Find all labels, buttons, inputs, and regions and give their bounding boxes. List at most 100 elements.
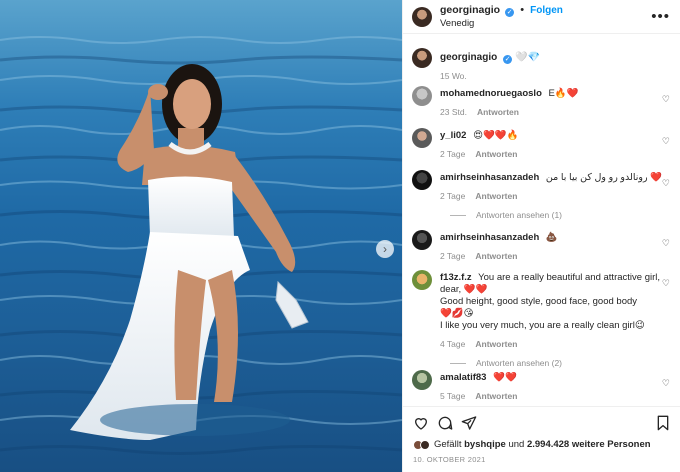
more-options-icon[interactable]: ••• <box>651 9 670 24</box>
header-username[interactable]: georginagio <box>440 4 500 16</box>
comment-body: mohamednoruegaoslo E🔥❤️ 23 Std. Antworten <box>440 86 670 118</box>
likes-others[interactable]: weitere Personen <box>572 439 651 450</box>
comment-item: amirhseinhasanzadeh 💩 2 Tage Antworten ♡ <box>412 230 670 262</box>
timestamp: 5 Tage <box>440 391 466 401</box>
view-replies-button[interactable]: Antworten ansehen (1) <box>412 210 670 220</box>
location-link[interactable]: Venedig <box>440 17 563 30</box>
comment-username[interactable]: amirhseinhasanzadeh <box>440 232 539 243</box>
comment-username[interactable]: f13z.f.z <box>440 272 472 283</box>
timestamp: 2 Tage <box>440 149 466 159</box>
view-replies-label: Antworten ansehen (1) <box>476 210 562 220</box>
post-photo[interactable]: › <box>0 0 402 472</box>
comment-body: amirhseinhasanzadeh 💩 2 Tage Antworten <box>440 230 670 262</box>
reply-button[interactable]: Antworten <box>477 107 519 117</box>
divider <box>450 362 466 364</box>
follow-button[interactable]: Folgen <box>530 5 563 16</box>
reply-button[interactable]: Antworten <box>475 191 517 201</box>
comment-text: You are a really beautiful and attractiv… <box>440 272 660 295</box>
verified-badge-icon: ✓ <box>505 7 515 17</box>
comment-text: رونالدو رو ول کن بیا با من ❤️ <box>545 172 663 183</box>
avatar[interactable] <box>412 86 432 106</box>
comment-item: f13z.f.z You are a really beautiful and … <box>412 270 670 368</box>
comment-text: 💩 <box>545 232 558 243</box>
avatar[interactable] <box>412 128 432 148</box>
comment-username[interactable]: amalatif83 <box>440 372 486 383</box>
comment-item: amalatif83 ❤️❤️ 5 Tage Antworten ♡ <box>412 370 670 402</box>
caption-age: 15 Wo. <box>440 70 540 83</box>
reply-button[interactable]: Antworten <box>475 149 517 159</box>
avatar[interactable] <box>412 270 432 290</box>
comment-text: E🔥❤️ <box>548 88 579 99</box>
comment-meta: 23 Std. Antworten <box>440 106 670 118</box>
avatar[interactable] <box>412 230 432 250</box>
post-date: 10. OKTOBER 2021 <box>413 455 486 464</box>
post-side-panel: georginagio ✓ • Folgen Venedig ••• georg… <box>402 0 680 472</box>
share-icon[interactable] <box>461 415 477 431</box>
comment-body: f13z.f.z You are a really beautiful and … <box>440 270 670 350</box>
comment-body: y_li02 😍❤️❤️🔥 2 Tage Antworten <box>440 128 670 160</box>
reply-button[interactable]: Antworten <box>475 251 517 261</box>
heart-icon[interactable]: ♡ <box>662 278 670 289</box>
likes-count[interactable]: 2.994.428 <box>527 439 569 450</box>
reply-button[interactable]: Antworten <box>475 391 517 401</box>
post-header: georginagio ✓ • Folgen Venedig ••• <box>403 0 680 34</box>
avatar[interactable] <box>412 6 432 27</box>
timestamp: 2 Tage <box>440 251 466 261</box>
heart-icon[interactable]: ♡ <box>662 178 670 189</box>
caption-body: georginagio ✓ 🤍💎 15 Wo. <box>440 48 540 83</box>
liked-by-and: und <box>508 439 525 450</box>
heart-icon[interactable]: ♡ <box>662 238 670 249</box>
action-icons <box>413 413 670 433</box>
timestamp: 15 Wo. <box>440 71 467 81</box>
comment-text: 😍❤️❤️🔥 <box>473 130 519 141</box>
chevron-right-icon: › <box>383 242 387 256</box>
liked-by-prefix: Gefällt <box>434 439 462 450</box>
bookmark-icon[interactable] <box>656 415 670 431</box>
separator-dot: • <box>520 3 525 16</box>
liked-by-user[interactable]: byshqipe <box>464 439 506 450</box>
comment-meta: 2 Tage Antworten <box>440 250 670 262</box>
timestamp: 4 Tage <box>440 339 466 349</box>
timestamp: 23 Std. <box>440 107 467 117</box>
likes-summary: Gefällt byshqipe und 2.994.428 weitere P… <box>413 439 670 450</box>
heart-icon[interactable] <box>413 415 429 431</box>
action-bar: Gefällt byshqipe und 2.994.428 weitere P… <box>403 406 680 472</box>
caption-username[interactable]: georginagio <box>440 52 497 63</box>
comment-meta: 2 Tage Antworten <box>440 190 670 202</box>
caption-text: 🤍💎 <box>515 52 540 63</box>
next-photo-button[interactable]: › <box>376 240 394 258</box>
photo-illustration <box>0 36 402 455</box>
comment-text-line-2: Good height, good style, good face, good… <box>440 296 638 307</box>
view-replies-label: Antworten ansehen (2) <box>476 358 562 368</box>
post-dialog: › georginagio ✓ • Folgen Venedig ••• geo <box>0 0 680 472</box>
heart-icon[interactable]: ♡ <box>662 94 670 105</box>
heart-icon[interactable]: ♡ <box>662 378 670 389</box>
comment-item: mohamednoruegaoslo E🔥❤️ 23 Std. Antworten… <box>412 86 670 118</box>
comment-item: y_li02 😍❤️❤️🔥 2 Tage Antworten ♡ <box>412 128 670 160</box>
comment-text: ❤️❤️ <box>493 372 517 383</box>
heart-icon[interactable]: ♡ <box>662 136 670 147</box>
verified-badge-icon: ✓ <box>503 55 513 64</box>
post-caption: georginagio ✓ 🤍💎 15 Wo. <box>412 48 670 83</box>
comment-username[interactable]: y_li02 <box>440 130 466 141</box>
avatar <box>420 439 430 450</box>
comment-icon[interactable] <box>437 415 453 431</box>
comment-meta: 2 Tage Antworten <box>440 148 670 160</box>
comment-meta: 4 Tage Antworten <box>440 338 670 350</box>
comment-meta: 5 Tage Antworten <box>440 390 670 402</box>
avatar[interactable] <box>412 170 432 190</box>
divider <box>450 214 466 216</box>
view-replies-button[interactable]: Antworten ansehen (2) <box>412 358 670 368</box>
comment-item: amirhseinhasanzadeh رونالدو رو ول کن بیا… <box>412 170 670 220</box>
comment-body: amalatif83 ❤️❤️ 5 Tage Antworten <box>440 370 670 402</box>
comment-text-line-3: ❤️💋😘 <box>440 308 474 319</box>
comment-username[interactable]: mohamednoruegaoslo <box>440 88 542 99</box>
reply-button[interactable]: Antworten <box>475 339 517 349</box>
timestamp: 2 Tage <box>440 191 466 201</box>
header-text: georginagio ✓ • Folgen Venedig <box>440 4 563 30</box>
avatar[interactable] <box>412 370 432 390</box>
comment-username[interactable]: amirhseinhasanzadeh <box>440 172 539 183</box>
avatar[interactable] <box>412 48 432 68</box>
comments-list[interactable]: georginagio ✓ 🤍💎 15 Wo. mohamednoruegaosl… <box>403 34 680 406</box>
comment-body: amirhseinhasanzadeh رونالدو رو ول کن بیا… <box>440 170 670 202</box>
